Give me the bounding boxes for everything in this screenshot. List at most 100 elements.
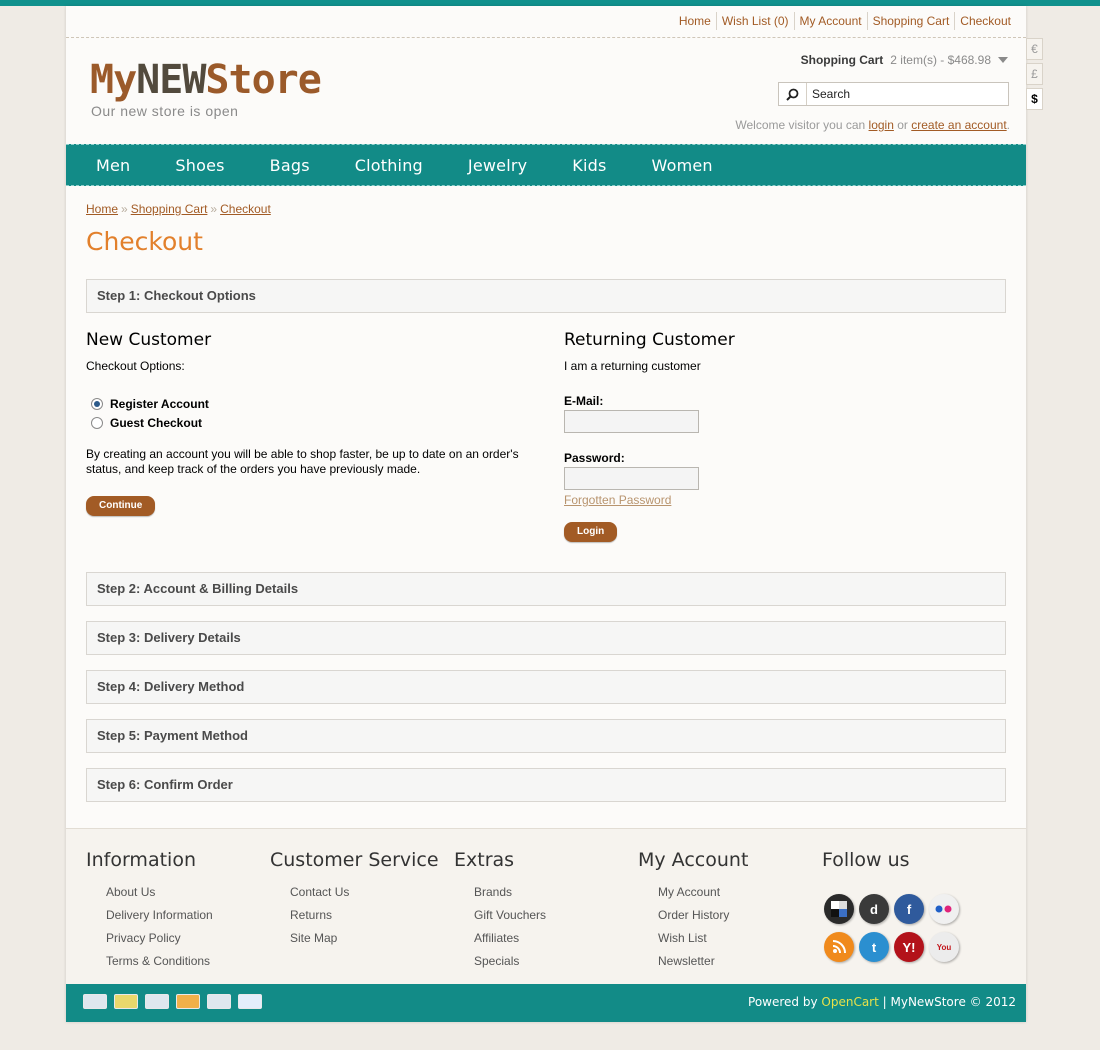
step-confirm-order[interactable]: Step 6: Confirm Order (86, 768, 1006, 802)
top-link-checkout[interactable]: Checkout (954, 12, 1016, 30)
register-account-label: Register Account (110, 397, 209, 411)
youtube-icon[interactable]: You (929, 932, 959, 962)
footer-link[interactable]: Specials (474, 950, 546, 973)
twitter-icon[interactable]: t (859, 932, 889, 962)
breadcrumb-separator: » (210, 202, 218, 216)
footer: Information About Us Delivery Informatio… (66, 828, 1026, 984)
step-delivery-method[interactable]: Step 4: Delivery Method (86, 670, 1006, 704)
store-logo[interactable]: MyNEWStore (90, 57, 322, 103)
footer-link[interactable]: About Us (106, 881, 213, 904)
footer-link[interactable]: Newsletter (658, 950, 748, 973)
chevron-down-icon (998, 57, 1008, 63)
checkout-options-label: Checkout Options: (86, 359, 185, 373)
step-payment-method[interactable]: Step 5: Payment Method (86, 719, 1006, 753)
welcome-middle: or (893, 118, 912, 132)
register-account-option[interactable]: Register Account (91, 397, 209, 411)
logo-part-new: NEW (136, 57, 206, 103)
powered-suffix: | MyNewStore © 2012 (878, 995, 1016, 1009)
top-link-wishlist[interactable]: Wish List (0) (715, 12, 794, 30)
footer-link[interactable]: My Account (658, 881, 748, 904)
nav-item-women[interactable]: Women (632, 156, 733, 175)
password-field[interactable] (564, 467, 699, 490)
footer-heading-customer-service: Customer Service (270, 849, 439, 871)
footer-link[interactable]: Brands (474, 881, 546, 904)
footer-link[interactable]: Wish List (658, 927, 748, 950)
page-container: Home Wish List (0) My Account Shopping C… (66, 6, 1026, 1022)
top-links: Home Wish List (0) My Account Shopping C… (674, 12, 1016, 30)
social-icons: d f t Y! You (824, 894, 959, 962)
login-link[interactable]: login (869, 118, 894, 132)
footer-heading-my-account: My Account (638, 849, 749, 871)
register-account-radio[interactable] (91, 398, 103, 410)
top-link-cart[interactable]: Shopping Cart (866, 12, 955, 30)
page-title: Checkout (86, 227, 203, 256)
forgotten-password-link[interactable]: Forgotten Password (564, 493, 671, 507)
cart-label: Shopping Cart (800, 53, 884, 67)
mastercard-icon (176, 994, 200, 1009)
visa-card-icon (238, 994, 262, 1009)
create-account-link[interactable]: create an account (911, 118, 1006, 132)
nav-item-men[interactable]: Men (76, 156, 150, 175)
footer-column-follow-us: Follow us (822, 849, 910, 881)
footer-link[interactable]: Affiliates (474, 927, 546, 950)
password-label: Password: (564, 451, 625, 465)
main-nav: Men Shoes Bags Clothing Jewelry Kids Wom… (66, 144, 1026, 186)
footer-bar: Powered by OpenCart | MyNewStore © 2012 (66, 984, 1026, 1022)
search-icon[interactable] (779, 83, 807, 105)
guest-checkout-radio[interactable] (91, 417, 103, 429)
yahoo-icon[interactable]: Y! (894, 932, 924, 962)
footer-link[interactable]: Delivery Information (106, 904, 213, 927)
footer-heading-information: Information (86, 849, 196, 871)
flickr-icon[interactable] (929, 894, 959, 924)
guest-checkout-option[interactable]: Guest Checkout (91, 416, 202, 430)
continue-button[interactable]: Continue (86, 496, 156, 516)
payment-card-icons (83, 994, 269, 1009)
returning-customer-subtitle: I am a returning customer (564, 359, 701, 373)
nav-item-bags[interactable]: Bags (250, 156, 330, 175)
amex-card-icon (83, 994, 107, 1009)
footer-link[interactable]: Gift Vouchers (474, 904, 546, 927)
footer-link[interactable]: Site Map (290, 927, 439, 950)
step-account-billing[interactable]: Step 2: Account & Billing Details (86, 572, 1006, 606)
new-customer-heading: New Customer (86, 330, 212, 350)
cart-value: 2 item(s) - $468.98 (890, 53, 991, 67)
cart-summary[interactable]: Shopping Cart 2 item(s) - $468.98 (801, 53, 1008, 67)
search-input[interactable] (807, 86, 1002, 102)
bank-card-icon (145, 994, 169, 1009)
powered-prefix: Powered by (748, 995, 822, 1009)
nav-item-shoes[interactable]: Shoes (155, 156, 244, 175)
currency-euro[interactable]: € (1026, 38, 1043, 60)
step-delivery-details[interactable]: Step 3: Delivery Details (86, 621, 1006, 655)
welcome-message: Welcome visitor you can login or create … (735, 118, 1010, 132)
returning-customer-heading: Returning Customer (564, 330, 735, 350)
rss-icon[interactable] (824, 932, 854, 962)
breadcrumb-home[interactable]: Home (86, 202, 118, 216)
delicious-icon[interactable] (824, 894, 854, 924)
nav-item-clothing[interactable]: Clothing (335, 156, 443, 175)
footer-link[interactable]: Terms & Conditions (106, 950, 213, 973)
logo-part-my: My (90, 57, 137, 103)
digg-icon[interactable]: d (859, 894, 889, 924)
currency-dollar[interactable]: $ (1026, 88, 1043, 110)
top-link-home[interactable]: Home (674, 12, 716, 30)
facebook-icon[interactable]: f (894, 894, 924, 924)
nav-item-kids[interactable]: Kids (552, 156, 626, 175)
footer-link[interactable]: Order History (658, 904, 748, 927)
login-button[interactable]: Login (564, 522, 618, 542)
footer-column-customer-service: Customer Service Contact Us Returns Site… (270, 849, 439, 950)
step-checkout-options[interactable]: Step 1: Checkout Options (86, 279, 1006, 313)
nav-item-jewelry[interactable]: Jewelry (448, 156, 547, 175)
breadcrumb-cart[interactable]: Shopping Cart (131, 202, 208, 216)
currency-pound[interactable]: £ (1026, 63, 1043, 85)
header-divider (66, 37, 1026, 38)
top-link-account[interactable]: My Account (793, 12, 867, 30)
footer-column-extras: Extras Brands Gift Vouchers Affiliates S… (454, 849, 546, 973)
footer-link[interactable]: Privacy Policy (106, 927, 213, 950)
currency-selector: € £ $ (1026, 38, 1043, 113)
footer-link[interactable]: Returns (290, 904, 439, 927)
breadcrumb-checkout[interactable]: Checkout (220, 202, 271, 216)
footer-link[interactable]: Contact Us (290, 881, 439, 904)
email-field[interactable] (564, 410, 699, 433)
opencart-link[interactable]: OpenCart (821, 995, 878, 1009)
welcome-suffix: . (1006, 118, 1010, 132)
